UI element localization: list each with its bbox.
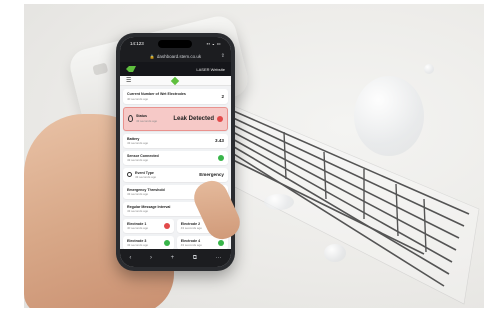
logo-icon: [126, 66, 136, 72]
card-subtitle: 43 seconds ago: [127, 158, 149, 162]
card-value: 3.43: [215, 138, 224, 144]
card-title: Sensor Connected: [127, 153, 159, 158]
card-title: Event Type: [135, 170, 154, 175]
card-subtitle: 40 seconds ago: [127, 226, 149, 230]
url-text: dashboard.stem.co.uk: [156, 53, 202, 59]
card-electrode-1: Electrode 1 40 seconds ago: [123, 218, 175, 233]
status-indicator-green: [218, 154, 224, 161]
tabs-icon[interactable]: ⧉: [193, 255, 197, 262]
app-header: LASER Website: [120, 62, 231, 76]
status-indicator-red: [217, 115, 223, 122]
browser-bottom-bar: ‹ › + ⧉ ···: [120, 249, 231, 267]
hamburger-menu-icon[interactable]: ☰: [126, 78, 131, 84]
water-drop-icon: [128, 115, 133, 122]
leak-detected-text: Leak Detected: [173, 115, 214, 122]
back-arrow-icon[interactable]: ‹: [129, 255, 131, 261]
forward-arrow-icon[interactable]: ›: [150, 255, 152, 261]
dynamic-island: [158, 40, 192, 48]
card-title: Electrode 1: [127, 221, 147, 226]
card-subtitle: 43 seconds ago: [127, 243, 149, 247]
welcome-text: LASER Website: [196, 66, 225, 72]
card-title: Status: [136, 114, 147, 119]
status-indicator-green: [164, 239, 171, 246]
new-tab-plus-icon[interactable]: +: [171, 255, 175, 261]
lock-icon: 🔒: [149, 53, 155, 59]
share-icon[interactable]: ⇪: [221, 53, 225, 59]
card-subtitle: 40 seconds ago: [127, 96, 149, 101]
card-title: Regular Message Interval: [127, 204, 171, 209]
sub-header: ☰: [120, 76, 231, 86]
water-drop: [324, 244, 346, 262]
card-title: Electrode 3: [127, 238, 147, 243]
card-battery: Battery 43 seconds ago 3.43: [123, 133, 228, 148]
card-title: Electrode 2: [180, 221, 201, 226]
card-subtitle: 43 seconds ago: [180, 226, 202, 230]
event-icon: [127, 172, 132, 178]
card-title: Battery: [127, 136, 140, 141]
card-subtitle: 43 seconds ago: [127, 209, 149, 213]
photo-background: [24, 4, 484, 308]
card-subtitle: 43 seconds ago: [127, 192, 149, 196]
brand-diamond-icon: [170, 76, 180, 85]
card-title: Electrode 4: [180, 238, 201, 243]
url-bar[interactable]: 🔒 dashboard.stem.co.uk ⇪: [120, 50, 231, 62]
status-bar: 14:123 ▪▪ ◒ ▭: [120, 37, 231, 50]
card-wet-electrodes: Current Number of Wet Electrodes 40 seco…: [123, 89, 228, 104]
card-sensor-connected: Sensor Connected 43 seconds ago: [123, 150, 228, 165]
status-indicator-red: [164, 222, 171, 229]
water-drop: [424, 64, 434, 74]
card-value: 2: [221, 93, 224, 99]
signal-wifi-battery-icons: ▪▪ ◒ ▭: [206, 41, 221, 46]
card-subtitle: 43 seconds ago: [136, 118, 158, 123]
card-status-alert: Status 43 seconds ago Leak Detected: [123, 106, 228, 131]
card-value: Emergency: [199, 172, 224, 178]
card-subtitle: 43 seconds ago: [135, 175, 157, 179]
water-drop: [264, 194, 294, 210]
card-title: Emergency Threshold: [127, 187, 165, 192]
water-puddle: [354, 76, 424, 156]
card-subtitle: 43 seconds ago: [180, 243, 202, 247]
status-time: 14:123: [130, 41, 144, 46]
more-icon[interactable]: ···: [216, 255, 222, 261]
card-title: Current Number of Wet Electrodes: [127, 92, 186, 96]
card-subtitle: 43 seconds ago: [127, 141, 149, 145]
card-electrode-3: Electrode 3 43 seconds ago: [123, 235, 175, 250]
status-indicator-green: [218, 239, 224, 246]
